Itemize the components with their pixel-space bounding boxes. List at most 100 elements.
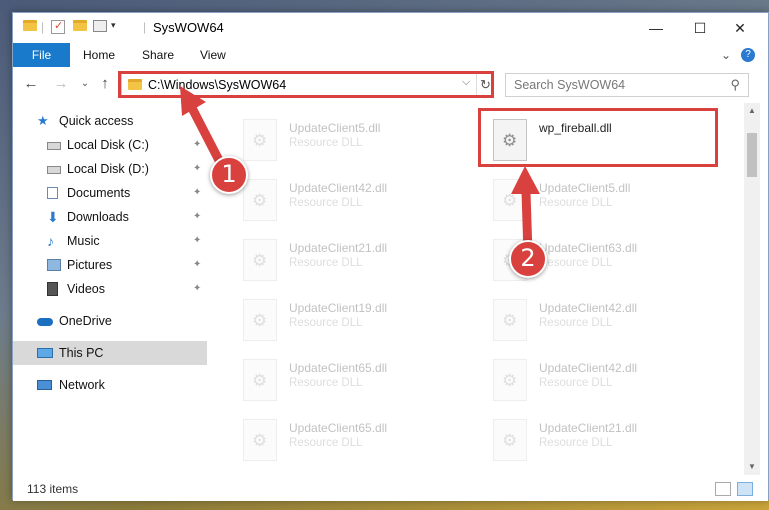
tab-file[interactable]: File: [13, 43, 70, 67]
back-icon[interactable]: ←: [21, 73, 41, 95]
details-view-icon[interactable]: [715, 482, 731, 496]
file-item[interactable]: ⚙ UpdateClient21.dll Resource DLL: [231, 233, 471, 289]
sidebar-item-quick-access[interactable]: ★ Quick access: [13, 109, 207, 133]
videos-icon: [47, 282, 58, 296]
file-type: Resource DLL: [289, 257, 363, 269]
properties-icon[interactable]: ✓: [51, 20, 65, 34]
file-item[interactable]: ⚙ UpdateClient5.dll Resource DLL: [481, 173, 721, 229]
tab-view[interactable]: View: [200, 43, 226, 67]
dll-file-icon: ⚙: [243, 419, 277, 461]
chevron-down-icon[interactable]: ▾: [111, 20, 116, 36]
file-item-wp-fireball[interactable]: ⚙ wp_fireball.dll: [481, 113, 721, 169]
scroll-up-icon[interactable]: ▲: [744, 103, 760, 119]
sidebar-item-onedrive[interactable]: OneDrive: [13, 309, 207, 333]
gear-icon: ⚙: [502, 191, 518, 210]
address-dropdown-icon[interactable]: ⌵: [462, 76, 470, 89]
gear-icon: ⚙: [252, 131, 268, 150]
large-icons-view-icon[interactable]: [737, 482, 753, 496]
dll-file-icon: ⚙: [493, 119, 527, 161]
new-folder-icon[interactable]: [73, 20, 87, 36]
explorer-window: | ✓ ▾ | SysWOW64 — ☐ ✕ File Home Share V…: [12, 12, 769, 501]
window-title: SysWOW64: [153, 20, 224, 35]
pin-icon[interactable]: ✦: [193, 205, 201, 229]
gear-icon: ⚙: [252, 191, 268, 210]
sidebar-item-local-disk-d[interactable]: Local Disk (D:) ✦: [13, 157, 207, 181]
address-bar[interactable]: C:\Windows\SysWOW64 ⌵ ↻: [121, 73, 494, 97]
file-name: UpdateClient65.dll: [289, 421, 388, 435]
forward-icon[interactable]: →: [51, 73, 71, 95]
navigation-pane: ★ Quick access Local Disk (C:) ✦ Local D…: [13, 103, 207, 473]
sidebar-item-label: Network: [59, 378, 105, 392]
sidebar-item-downloads[interactable]: ⬇ Downloads ✦: [13, 205, 207, 229]
search-icon[interactable]: ⚲: [730, 77, 740, 93]
gear-icon: ⚙: [252, 371, 268, 390]
sidebar-item-local-disk-c[interactable]: Local Disk (C:) ✦: [13, 133, 207, 157]
refresh-icon[interactable]: ↻: [476, 74, 494, 96]
sidebar-item-label: Quick access: [59, 114, 134, 128]
folder-icon: [128, 79, 142, 93]
computer-icon: [37, 348, 53, 358]
sidebar-item-videos[interactable]: Videos ✦: [13, 277, 207, 301]
dll-file-icon: ⚙: [243, 239, 277, 281]
scrollbar-thumb[interactable]: [747, 133, 757, 177]
scroll-down-icon[interactable]: ▼: [744, 459, 760, 475]
file-item[interactable]: ⚙ UpdateClient42.dll Resource DLL: [481, 293, 721, 349]
folder-icon: [23, 20, 37, 36]
sidebar-item-pictures[interactable]: Pictures ✦: [13, 253, 207, 277]
recent-locations-icon[interactable]: ⌄: [75, 73, 95, 95]
dll-file-icon: ⚙: [243, 359, 277, 401]
tab-home[interactable]: Home: [83, 43, 115, 67]
file-type: Resource DLL: [539, 317, 613, 329]
step-2-badge: 2: [509, 240, 547, 278]
tab-share[interactable]: Share: [142, 43, 174, 67]
close-button[interactable]: ✕: [717, 13, 763, 43]
customize-toolbar-icon[interactable]: [93, 20, 107, 32]
minimize-button[interactable]: —: [633, 13, 679, 43]
gear-icon: ⚙: [502, 371, 518, 390]
sidebar-item-label: Videos: [67, 282, 105, 296]
pin-icon[interactable]: ✦: [193, 229, 201, 253]
file-type: Resource DLL: [289, 197, 363, 209]
pin-icon[interactable]: ✦: [193, 133, 201, 157]
search-box[interactable]: Search SysWOW64 ⚲: [505, 73, 749, 97]
address-path[interactable]: C:\Windows\SysWOW64: [148, 78, 286, 92]
file-item[interactable]: ⚙ UpdateClient65.dll Resource DLL: [231, 353, 471, 409]
help-icon[interactable]: ?: [741, 48, 755, 62]
sidebar-item-label: Local Disk (D:): [67, 162, 149, 176]
file-item[interactable]: ⚙ UpdateClient19.dll Resource DLL: [231, 293, 471, 349]
sidebar-item-network[interactable]: Network: [13, 373, 207, 397]
sidebar-item-label: Local Disk (C:): [67, 138, 149, 152]
file-name: UpdateClient21.dll: [289, 241, 388, 255]
step-1-badge: 1: [210, 156, 248, 194]
up-icon[interactable]: ↑: [95, 73, 115, 95]
sidebar-item-label: OneDrive: [59, 314, 112, 328]
dll-file-icon: ⚙: [493, 299, 527, 341]
gear-icon: ⚙: [502, 431, 518, 450]
sidebar-item-this-pc[interactable]: This PC: [13, 341, 207, 365]
sidebar-item-label: Pictures: [67, 258, 113, 272]
expand-ribbon-icon[interactable]: ⌄: [721, 43, 731, 67]
file-item[interactable]: ⚙ UpdateClient21.dll Resource DLL: [481, 413, 721, 469]
network-icon: [37, 380, 52, 390]
file-type: Resource DLL: [289, 437, 363, 449]
gear-icon: ⚙: [502, 311, 518, 330]
pin-icon[interactable]: ✦: [193, 253, 201, 277]
file-item[interactable]: ⚙ UpdateClient42.dll Resource DLL: [481, 353, 721, 409]
file-item[interactable]: ⚙ UpdateClient65.dll Resource DLL: [231, 413, 471, 469]
sidebar-item-documents[interactable]: Documents ✦: [13, 181, 207, 205]
file-item[interactable]: ⚙ UpdateClient42.dll Resource DLL: [231, 173, 471, 229]
pin-icon[interactable]: ✦: [193, 277, 201, 301]
file-name: wp_fireball.dll: [539, 121, 612, 135]
sidebar-item-music[interactable]: ♪ Music ✦: [13, 229, 207, 253]
file-item[interactable]: ⚙ UpdateClient5.dll Resource DLL: [231, 113, 471, 169]
navigation-bar: ← → ⌄ ↑ C:\Windows\SysWOW64 ⌵ ↻ Search S…: [13, 69, 768, 101]
file-type: Resource DLL: [289, 377, 363, 389]
drive-icon: [47, 166, 61, 174]
search-input[interactable]: Search SysWOW64: [514, 78, 625, 92]
title-bar: | ✓ ▾ | SysWOW64 — ☐ ✕: [13, 13, 768, 43]
vertical-scrollbar[interactable]: ▲ ▼: [744, 103, 760, 475]
pictures-icon: [47, 259, 61, 271]
pin-icon[interactable]: ✦: [193, 181, 201, 205]
pin-icon[interactable]: ✦: [193, 157, 201, 181]
gear-icon: ⚙: [502, 131, 518, 150]
